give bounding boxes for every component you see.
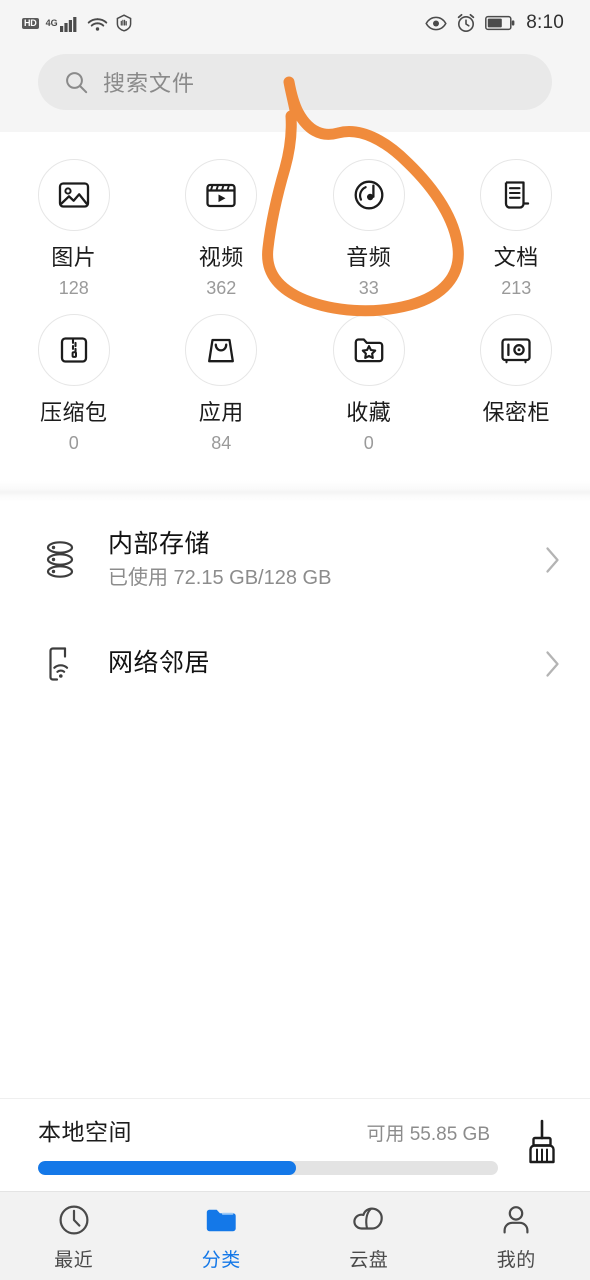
eye-icon <box>425 16 447 31</box>
folder-icon <box>204 1203 238 1242</box>
storage-progress-track <box>38 1161 498 1175</box>
local-space-title: 本地空间 <box>38 1113 132 1147</box>
category-count: 33 <box>359 279 379 297</box>
vpn-shield-icon <box>115 14 133 32</box>
category-label: 视频 <box>199 247 244 269</box>
status-bar-clock: 8:10 <box>526 12 564 34</box>
alarm-clock-icon <box>456 13 476 33</box>
network-type-label: 4G <box>46 18 58 28</box>
category-item-favorites[interactable]: 收藏 0 <box>295 305 443 460</box>
cloud-disk-icon <box>351 1203 387 1242</box>
favorite-folder-star-icon <box>333 314 405 386</box>
category-label: 图片 <box>51 247 96 269</box>
category-row-2: 压缩包 0 应用 84 <box>0 305 590 460</box>
list-item-title: 内部存储 <box>108 531 532 559</box>
list-item-network-neighbor[interactable]: 网络邻居 <box>0 612 590 716</box>
category-item-apps[interactable]: 应用 84 <box>148 305 296 460</box>
category-item-documents[interactable]: 文档 213 <box>443 150 590 305</box>
nav-item-label: 云盘 <box>349 1251 388 1270</box>
nav-item-label: 最近 <box>54 1251 93 1270</box>
local-space-header: 本地空间 可用 55.85 GB <box>38 1113 498 1147</box>
local-space-available: 可用 55.85 GB <box>366 1119 490 1146</box>
safe-vault-icon <box>480 314 552 386</box>
internal-storage-icon <box>34 539 86 581</box>
status-bar-right-icons: 8:10 <box>425 12 564 34</box>
broom-clean-icon[interactable] <box>516 1118 568 1170</box>
category-count: 128 <box>59 279 89 297</box>
category-grid: 图片 128 视频 362 <box>0 132 590 480</box>
list-item-internal-storage[interactable]: 内部存储 已使用 72.15 GB/128 GB <box>0 508 590 612</box>
nav-item-categories[interactable]: 分类 <box>148 1203 296 1270</box>
category-row-1: 图片 128 视频 362 <box>0 150 590 305</box>
chevron-right-icon[interactable] <box>532 649 562 679</box>
document-scroll-icon <box>480 159 552 231</box>
list-item-text: 网络邻居 <box>86 650 532 678</box>
file-manager-screen: HD 4G <box>0 0 590 1280</box>
search-section: 搜索文件 <box>0 46 590 132</box>
nav-item-recent[interactable]: 最近 <box>0 1203 148 1270</box>
local-space-meter: 本地空间 可用 55.85 GB <box>38 1113 498 1175</box>
storage-list: 内部存储 已使用 72.15 GB/128 GB 网络邻居 <box>0 502 590 1098</box>
nav-item-cloud[interactable]: 云盘 <box>295 1203 443 1270</box>
audio-disc-icon <box>333 159 405 231</box>
category-label: 压缩包 <box>40 402 108 424</box>
category-label: 音频 <box>346 247 391 269</box>
video-clapper-icon <box>185 159 257 231</box>
list-item-text: 内部存储 已使用 72.15 GB/128 GB <box>86 531 532 589</box>
category-label: 应用 <box>199 402 244 424</box>
list-item-subtitle: 已使用 72.15 GB/128 GB <box>108 567 532 589</box>
status-bar-left-icons: HD 4G <box>22 14 133 32</box>
category-item-videos[interactable]: 视频 362 <box>148 150 296 305</box>
category-label: 保密柜 <box>482 402 550 424</box>
category-item-images[interactable]: 图片 128 <box>0 150 148 305</box>
category-item-archives[interactable]: 压缩包 0 <box>0 305 148 460</box>
chevron-right-icon[interactable] <box>532 545 562 575</box>
search-input[interactable]: 搜索文件 <box>38 54 552 110</box>
zip-archive-icon <box>38 314 110 386</box>
category-label: 文档 <box>494 247 539 269</box>
wifi-icon <box>87 15 108 32</box>
nav-item-profile[interactable]: 我的 <box>443 1203 590 1270</box>
app-bag-icon <box>185 314 257 386</box>
signal-bars-icon <box>60 15 80 32</box>
list-item-title: 网络邻居 <box>108 650 532 678</box>
category-label: 收藏 <box>346 402 391 424</box>
nav-item-label: 我的 <box>497 1251 536 1270</box>
hd-badge-icon: HD <box>22 18 39 29</box>
image-icon <box>38 159 110 231</box>
category-count: 362 <box>206 279 236 297</box>
battery-icon <box>485 15 515 31</box>
category-count: 0 <box>364 434 374 452</box>
storage-progress-fill <box>38 1161 296 1175</box>
category-item-safe[interactable]: 保密柜 <box>443 305 590 460</box>
network-neighbor-icon <box>34 643 86 685</box>
nav-item-label: 分类 <box>202 1251 241 1270</box>
clock-icon <box>57 1203 91 1242</box>
status-bar: HD 4G <box>0 0 590 46</box>
category-count: 84 <box>211 434 231 452</box>
category-count: 0 <box>69 434 79 452</box>
section-divider <box>0 480 590 502</box>
local-space-section: 本地空间 可用 55.85 GB <box>0 1098 590 1191</box>
bottom-navigation-bar: 最近 分类 云盘 <box>0 1191 590 1280</box>
search-icon <box>64 70 89 95</box>
category-count: 213 <box>501 279 531 297</box>
category-item-audio[interactable]: 音频 33 <box>295 150 443 305</box>
search-placeholder: 搜索文件 <box>103 66 195 98</box>
person-icon <box>499 1203 533 1242</box>
